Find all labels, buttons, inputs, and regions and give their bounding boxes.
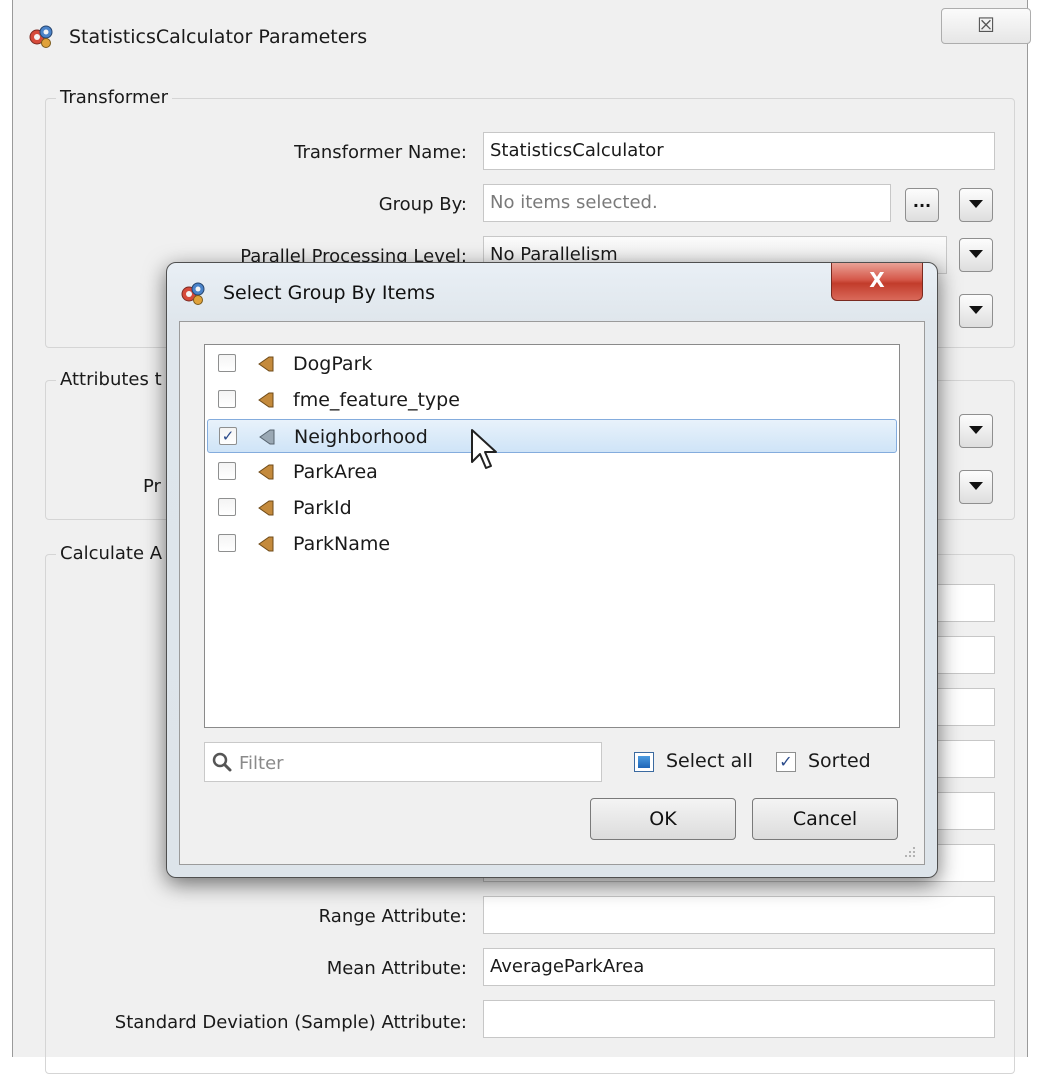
item-label: ParkArea (293, 461, 378, 483)
attributes-row1-options-button[interactable] (959, 414, 993, 448)
transformer-group-title: Transformer (56, 87, 173, 108)
transformer-name-label: Transformer Name: (294, 142, 467, 163)
cancel-button[interactable]: Cancel (752, 798, 898, 840)
attribute-arrow-icon (258, 392, 274, 408)
item-checkbox[interactable] (218, 534, 236, 552)
attributes-row2-options-button[interactable] (959, 470, 993, 504)
dropdown-arrow-icon (969, 481, 983, 490)
attributes-group-title: Attributes t (56, 369, 166, 390)
item-label: DogPark (293, 353, 373, 375)
dialog-title: Select Group By Items (223, 282, 436, 304)
item-checkbox[interactable] (218, 462, 236, 480)
fme-gears-icon (29, 25, 53, 48)
attribute-arrow-icon (258, 536, 274, 552)
parallel-options-button[interactable] (959, 238, 993, 272)
group-by-field[interactable]: No items selected. (483, 184, 891, 222)
sorted-checkbox[interactable]: ✓ (776, 752, 796, 772)
calculate-group-title: Calculate A (56, 543, 167, 564)
select-all-label[interactable]: Select all (666, 750, 753, 772)
item-checkbox[interactable] (218, 498, 236, 516)
list-item[interactable]: ParkName (207, 527, 897, 561)
dialog-close-button[interactable]: X (831, 263, 923, 301)
list-item[interactable]: ParkArea (207, 455, 897, 489)
list-item[interactable]: DogPark (207, 347, 897, 381)
attribute-arrow-icon (259, 429, 275, 445)
filter-input[interactable] (237, 745, 591, 781)
transformer-row4-options-button[interactable] (959, 294, 993, 328)
group-by-options-button[interactable] (959, 188, 993, 222)
attributes-row2-label: Pr (143, 476, 161, 497)
group-by-browse-button[interactable]: ... (905, 188, 939, 222)
range-attribute-field[interactable] (483, 896, 995, 934)
item-checkbox[interactable] (218, 390, 236, 408)
group-by-label: Group By: (378, 194, 467, 215)
attribute-arrow-icon (258, 500, 274, 516)
search-icon (212, 752, 232, 772)
attribute-arrow-icon (258, 356, 274, 372)
partial-check-fill (638, 756, 650, 768)
dropdown-arrow-icon (969, 305, 983, 314)
transformer-name-field[interactable]: StatisticsCalculator (483, 132, 995, 170)
sorted-label[interactable]: Sorted (808, 750, 871, 772)
item-checkbox-checked[interactable]: ✓ (219, 427, 237, 445)
item-label: Neighborhood (294, 426, 428, 448)
attribute-list[interactable]: DogPark fme_feature_type ✓ Neighborhood … (204, 344, 900, 728)
resize-grip-icon[interactable] (902, 844, 916, 858)
range-attribute-label: Range Attribute: (318, 906, 467, 927)
mean-attribute-field[interactable]: AverageParkArea (483, 948, 995, 986)
select-group-by-dialog: Select Group By Items X DogPark fme_feat… (166, 262, 938, 878)
dropdown-arrow-icon (969, 249, 983, 258)
ok-button[interactable]: OK (590, 798, 736, 840)
fme-gears-icon (181, 282, 205, 305)
dropdown-arrow-icon (969, 425, 983, 434)
window-close-button[interactable]: ☒ (941, 8, 1031, 44)
dialog-content: DogPark fme_feature_type ✓ Neighborhood … (179, 321, 925, 865)
mean-attribute-label: Mean Attribute: (326, 958, 467, 979)
dropdown-arrow-icon (969, 199, 983, 208)
list-item-selected[interactable]: ✓ Neighborhood (207, 419, 897, 453)
select-all-checkbox[interactable] (634, 752, 654, 772)
stddev-sample-attribute-field[interactable] (483, 1000, 995, 1038)
filter-box[interactable] (204, 742, 602, 782)
item-label: ParkName (293, 533, 391, 555)
item-checkbox[interactable] (218, 354, 236, 372)
list-item[interactable]: ParkId (207, 491, 897, 525)
item-label: fme_feature_type (293, 389, 460, 411)
list-item[interactable]: fme_feature_type (207, 383, 897, 417)
mouse-cursor-icon (471, 429, 497, 469)
stddev-sample-attribute-label: Standard Deviation (Sample) Attribute: (114, 1012, 467, 1033)
attribute-arrow-icon (258, 464, 274, 480)
window-title: StatisticsCalculator Parameters (69, 26, 368, 48)
item-label: ParkId (293, 497, 352, 519)
